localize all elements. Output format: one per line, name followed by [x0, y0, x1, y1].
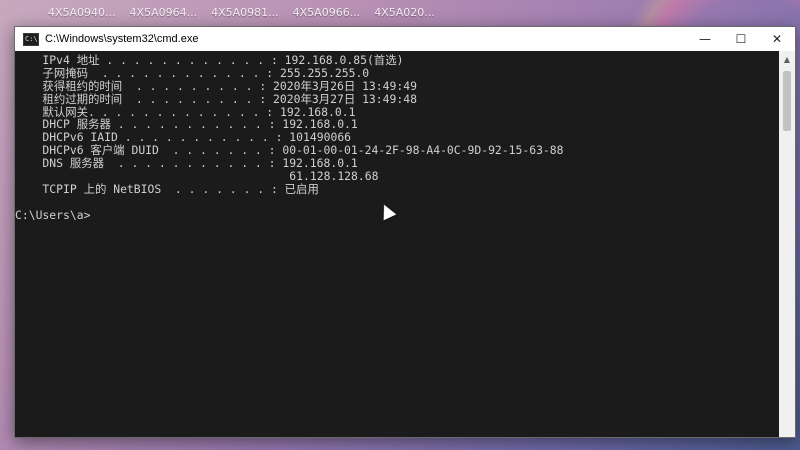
desktop: 4X5A0940... 4X5A0964... 4X5A0981... 4X5A…	[0, 0, 800, 450]
console-line: 获得租约的时间 . . . . . . . . . : 2020年3月26日 1…	[15, 78, 417, 93]
close-button[interactable]: ✕	[759, 27, 795, 51]
console-output[interactable]: IPv4 地址 . . . . . . . . . . . . : 192.16…	[15, 51, 779, 437]
desktop-file-4[interactable]: 4X5A0966...	[293, 6, 361, 19]
cmd-app-icon-label: C:\	[25, 34, 38, 43]
desktop-file-1[interactable]: 4X5A0940...	[48, 6, 116, 19]
window-title: C:\Windows\system32\cmd.exe	[45, 33, 199, 45]
desktop-file-2[interactable]: 4X5A0964...	[130, 6, 198, 19]
scroll-thumb[interactable]	[783, 71, 791, 131]
desktop-file-3[interactable]: 4X5A0981...	[211, 6, 279, 19]
vertical-scrollbar[interactable]: ▲	[779, 51, 795, 437]
console-line: TCPIP 上的 NetBIOS . . . . . . . : 已启用	[15, 181, 319, 196]
console-line: 租约过期的时间 . . . . . . . . . : 2020年3月27日 1…	[15, 91, 417, 106]
cmd-window[interactable]: C:\ C:\Windows\system32\cmd.exe — ☐ ✕ IP…	[14, 26, 796, 438]
minimize-button[interactable]: —	[687, 27, 723, 51]
maximize-button[interactable]: ☐	[723, 27, 759, 51]
desktop-file-labels: 4X5A0940... 4X5A0964... 4X5A0981... 4X5A…	[48, 6, 435, 19]
cmd-app-icon[interactable]: C:\	[23, 32, 39, 46]
console-line: IPv4 地址 . . . . . . . . . . . . : 192.16…	[15, 53, 404, 67]
console-line: 子网掩码 . . . . . . . . . . . . : 255.255.2…	[15, 65, 370, 80]
console-line: 61.128.128.68	[15, 169, 379, 184]
console-prompt[interactable]: C:\Users\a>	[15, 208, 779, 222]
window-controls: — ☐ ✕	[687, 27, 795, 51]
title-bar[interactable]: C:\ C:\Windows\system32\cmd.exe — ☐ ✕	[15, 27, 795, 51]
desktop-file-5[interactable]: 4X5A020...	[374, 6, 435, 19]
scroll-up-arrow-icon[interactable]: ▲	[779, 51, 795, 67]
